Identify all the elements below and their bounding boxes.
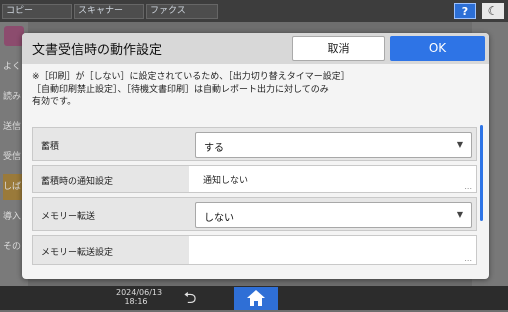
setting-value: 通知しない: [203, 176, 249, 186]
settings-list: 蓄積 する ▼ 蓄積時の通知設定 通知しない ... メモリー転送 しない ▼ …: [32, 127, 477, 277]
app-logo-icon: [4, 26, 24, 46]
setting-label: 蓄積: [41, 142, 60, 152]
setting-row-memory-transfer: メモリー転送 しない ▼: [32, 197, 477, 231]
setting-value-area[interactable]: 通知しない ...: [189, 166, 476, 192]
storage-dropdown[interactable]: する ▼: [195, 132, 472, 158]
setting-row-storage: 蓄積 する ▼: [32, 127, 477, 161]
settings-dialog: 文書受信時の動作設定 取消 OK ※［印刷］が［しない］に設定されているため、［…: [22, 33, 489, 279]
ok-button[interactable]: OK: [390, 36, 485, 61]
date-time: 2024/06/13 18:16: [116, 288, 163, 306]
date-text: 2024/06/13: [116, 288, 163, 297]
home-icon: [247, 290, 265, 306]
setting-row-storage-notification[interactable]: 蓄積時の通知設定 通知しない ...: [32, 165, 477, 193]
tab-copy[interactable]: コピー: [2, 4, 72, 19]
tab-fax[interactable]: ファクス: [146, 4, 218, 19]
setting-label: メモリー転送: [41, 212, 96, 222]
notice-text: ※［印刷］が［しない］に設定されているため、［出力切り替えタイマー設定］ ［自動…: [32, 71, 472, 109]
notice-line: 有効です。: [32, 97, 77, 107]
dropdown-arrow-icon: ▼: [456, 140, 463, 149]
back-icon[interactable]: ⮌: [176, 287, 204, 308]
dropdown-value: する: [204, 143, 224, 154]
home-button[interactable]: [234, 287, 278, 310]
memory-transfer-dropdown[interactable]: しない ▼: [195, 202, 472, 228]
settings-scrollbar[interactable]: [480, 125, 483, 221]
setting-row-memory-transfer-settings[interactable]: メモリー転送設定 ...: [32, 235, 477, 265]
dialog-header: 文書受信時の動作設定 取消 OK: [22, 33, 489, 64]
more-options-icon: ...: [464, 254, 472, 263]
crescent-moon-icon[interactable]: ☾: [482, 3, 504, 19]
dropdown-arrow-icon: ▼: [456, 210, 463, 219]
tab-scanner[interactable]: スキャナー: [74, 4, 144, 19]
help-button[interactable]: ?: [454, 3, 476, 19]
cancel-button[interactable]: 取消: [292, 36, 385, 61]
setting-label: 蓄積時の通知設定: [41, 177, 114, 187]
notice-line: ［自動印刷禁止設定］、［待機文書印刷］は自動レポート出力に対してのみ: [32, 84, 329, 95]
more-options-icon: ...: [464, 182, 472, 191]
dropdown-value: しない: [204, 213, 234, 224]
time-text: 18:16: [124, 297, 148, 306]
setting-label: メモリー転送設定: [41, 248, 114, 258]
notice-line: ※［印刷］が［しない］に設定されているため、［出力切り替えタイマー設定］: [32, 72, 350, 82]
dialog-title: 文書受信時の動作設定: [32, 43, 163, 58]
setting-value-area[interactable]: ...: [189, 236, 476, 264]
